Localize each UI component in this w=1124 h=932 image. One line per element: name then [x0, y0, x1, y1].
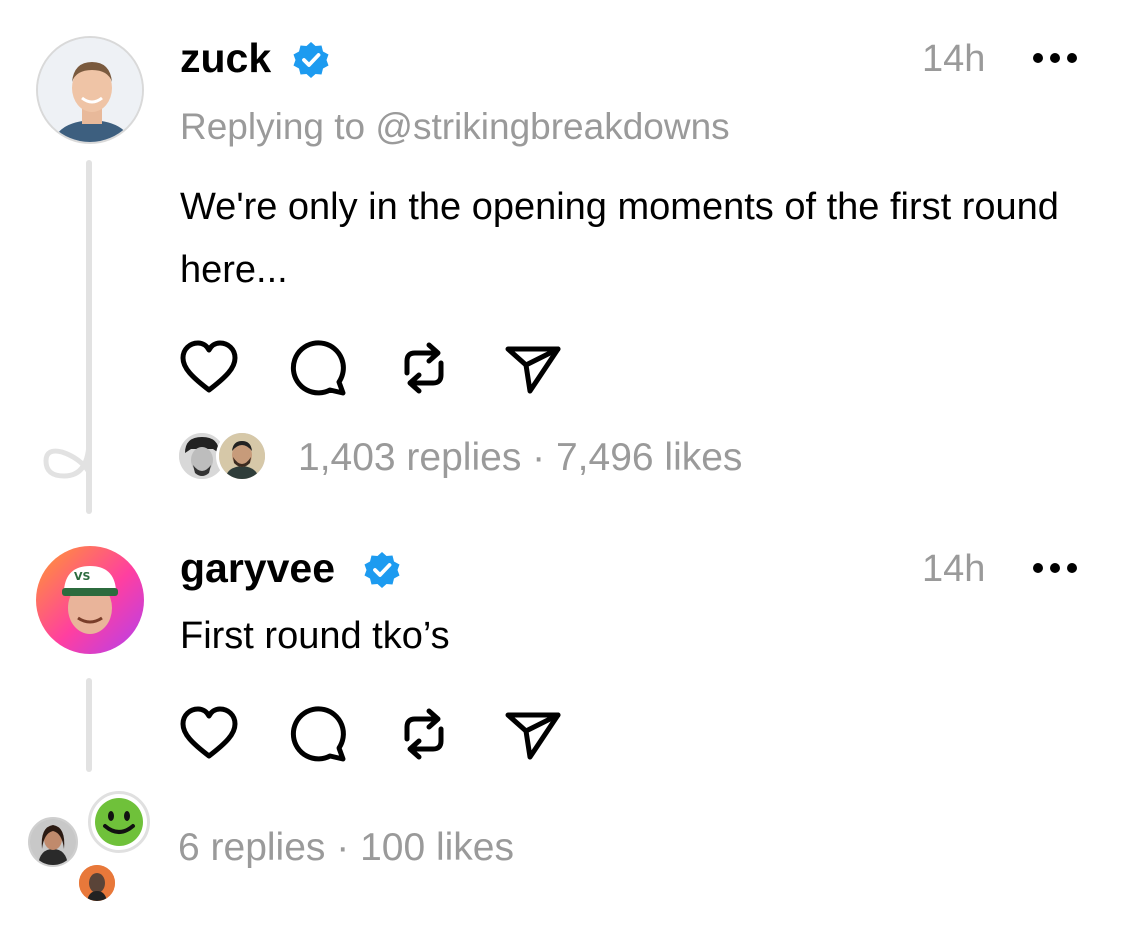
username[interactable]: garyvee [180, 548, 335, 589]
post-text: First round tko’s [180, 615, 450, 657]
send-icon[interactable] [502, 337, 564, 399]
user-avatar-photo-icon [91, 794, 147, 850]
reply-avatar [28, 817, 78, 867]
timestamp: 14h [922, 38, 986, 80]
timestamp: 14h [922, 548, 986, 590]
reply-avatar [88, 791, 150, 853]
verified-badge-icon [364, 552, 400, 588]
avatar[interactable]: VS [36, 546, 144, 654]
user-avatar-photo-icon [30, 819, 76, 865]
username[interactable]: zuck [180, 38, 271, 79]
send-icon[interactable] [502, 703, 564, 765]
reply-avatar [76, 862, 118, 904]
comment-bubble-icon[interactable] [287, 703, 349, 765]
user-avatar-photo-icon: VS [36, 546, 144, 654]
verified-badge-icon [293, 42, 329, 78]
post-text: We're only in the opening moments of the… [180, 186, 1059, 291]
post-stats[interactable]: 1,403 replies · 7,496 likes [298, 438, 742, 477]
more-options-icon[interactable] [1032, 52, 1078, 64]
heart-icon[interactable] [178, 337, 240, 399]
repost-icon[interactable] [393, 337, 455, 399]
thread-loop-icon [43, 437, 92, 479]
comment-bubble-icon[interactable] [287, 337, 349, 399]
repost-icon[interactable] [393, 703, 455, 765]
user-avatar-photo-icon [219, 433, 265, 479]
user-avatar-photo-icon [38, 38, 142, 142]
thread-line [86, 678, 92, 772]
avatar[interactable] [36, 36, 144, 144]
user-avatar-photo-icon [79, 865, 115, 901]
reply-avatar [216, 430, 268, 482]
more-options-icon[interactable] [1032, 562, 1078, 574]
replying-to-label[interactable]: Replying to @strikingbreakdowns [180, 108, 730, 145]
svg-text:VS: VS [74, 570, 91, 583]
heart-icon[interactable] [178, 703, 240, 765]
post-stats[interactable]: 6 replies · 100 likes [178, 828, 514, 867]
